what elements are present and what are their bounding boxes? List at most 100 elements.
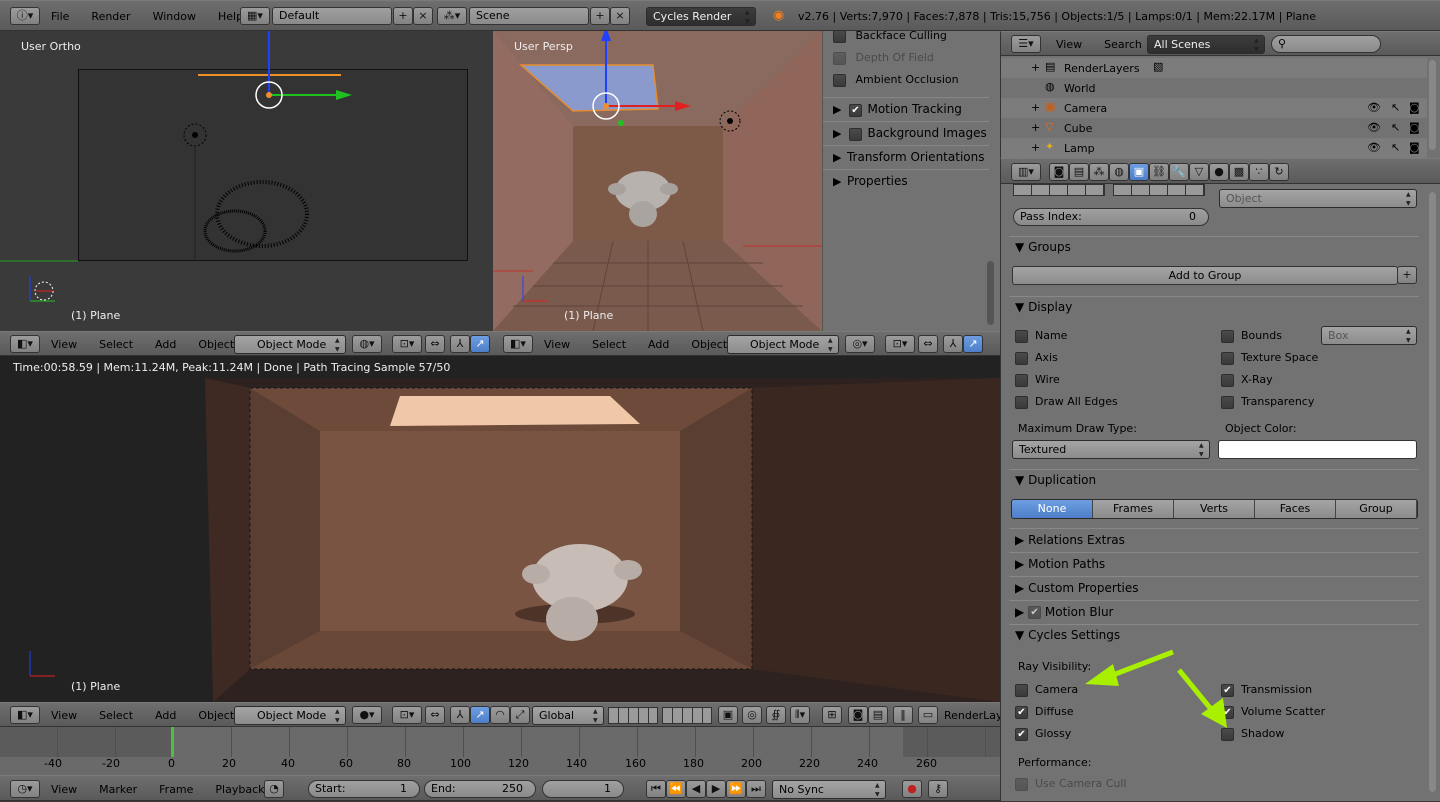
visibility-eye-icon[interactable]: 👁 (1367, 141, 1381, 154)
scrollbar[interactable] (987, 261, 994, 325)
outliner-item-label[interactable]: World (1064, 82, 1096, 95)
translate-manipulator-icon[interactable]: ↗ (470, 706, 490, 724)
object-mode-select[interactable]: Object Mode (727, 335, 839, 354)
menu-view[interactable]: View (1045, 38, 1093, 51)
menu-file[interactable]: File (40, 10, 80, 23)
sync-mode-select[interactable]: No Sync (772, 780, 886, 799)
editor-type-3d-icon[interactable]: ◧▾ (10, 335, 40, 353)
scene-icon[interactable]: ⁂▾ (437, 7, 467, 25)
outliner-row[interactable]: + ▣ Camera 👁 ↖ ◙ (1001, 98, 1427, 118)
menu-window[interactable]: Window (142, 10, 207, 23)
particles-tab-icon[interactable]: ∵ (1249, 163, 1269, 181)
editor-type-outliner-icon[interactable]: ☰▾ (1011, 35, 1041, 53)
object-mode-select[interactable]: Object Mode (234, 706, 346, 725)
transform-manipulator-icon[interactable]: ⅄ (450, 706, 470, 724)
snap-icon[interactable]: ∯ (766, 706, 786, 724)
menu-render[interactable]: Render (80, 10, 141, 23)
layer-buttons-a[interactable] (608, 707, 658, 724)
transform-manipulator-icon[interactable]: ⅄ (450, 335, 470, 353)
outliner-item-label[interactable]: Camera (1064, 102, 1107, 115)
outliner-item-label[interactable]: Lamp (1064, 142, 1095, 155)
depth-of-field-checkbox[interactable] (833, 51, 846, 65)
visibility-eye-icon[interactable]: 👁 (1367, 121, 1381, 134)
proportional-edit-icon[interactable]: ◎ (742, 706, 762, 724)
outliner-row[interactable]: + ▽ Cube 👁 ↖ ◙ (1001, 118, 1427, 138)
menu-search[interactable]: Search (1093, 38, 1153, 51)
render-tab-icon[interactable]: ◙ (1049, 163, 1069, 181)
nprop-check-row[interactable]: Depth Of Field (833, 51, 934, 65)
ambient-occlusion-checkbox[interactable] (833, 73, 846, 87)
record-icon[interactable]: ● (902, 780, 922, 798)
modifiers-tab-icon[interactable]: 🔧 (1169, 163, 1189, 181)
expand-plus-icon[interactable]: + (1031, 141, 1040, 154)
transform-manipulator-icon[interactable]: ⅄ (943, 335, 963, 353)
menu-add[interactable]: Add (144, 709, 187, 722)
outliner-item-label[interactable]: RenderLayers (1064, 62, 1140, 75)
current-frame-indicator[interactable] (171, 727, 174, 757)
layout-grid-icon[interactable]: ▦▾ (240, 7, 270, 25)
select-arrow-icon[interactable]: ↖ (1391, 101, 1400, 114)
lock-layers-icon[interactable]: ▣ (718, 706, 738, 724)
render-camera-icon[interactable]: ◙ (1409, 121, 1420, 134)
outliner-search-input[interactable]: ⚲ (1271, 35, 1381, 53)
expand-plus-icon[interactable]: + (1031, 121, 1040, 134)
expand-plus-icon[interactable]: + (1031, 61, 1040, 74)
timeline[interactable]: -40 -20 0 20 40 60 80 100 120 140 160 18… (0, 727, 1000, 775)
panel-background-images[interactable]: ▶ Background Images (823, 121, 989, 145)
object-tab-icon[interactable]: ▣ (1129, 163, 1149, 181)
start-frame-field[interactable]: Start: 1 (308, 780, 420, 798)
renderlayer-name[interactable]: RenderLayer (944, 709, 1000, 722)
panel-motion-tracking[interactable]: ▶ Motion Tracking (823, 97, 989, 121)
scene-tab-icon[interactable]: ⁂ (1089, 163, 1109, 181)
opengl-render-icon[interactable]: ◙ (848, 706, 868, 724)
remove-scene-button[interactable]: × (610, 7, 630, 25)
jump-keyframe-forward-icon[interactable]: ⏩ (726, 780, 746, 798)
scale-manipulator-icon[interactable]: ⤢ (510, 706, 530, 724)
remove-layout-button[interactable]: × (413, 7, 433, 25)
panel-properties[interactable]: ▶ Properties (823, 169, 989, 193)
layer-buttons-b[interactable] (662, 707, 712, 724)
render-viewport[interactable]: Time:00:58.59 | Mem:11.24M, Peak:11.24M … (0, 356, 1000, 702)
translate-manipulator-icon[interactable]: ↗ (963, 335, 983, 353)
menu-add[interactable]: Add (144, 338, 187, 351)
select-arrow-icon[interactable]: ↖ (1391, 141, 1400, 154)
menu-view[interactable]: View (40, 338, 88, 351)
outliner-row[interactable]: ◍ World (1001, 78, 1427, 98)
end-frame-field[interactable]: End: 250 (424, 780, 536, 798)
renderlayers-tab-icon[interactable]: ▤ (1069, 163, 1089, 181)
world-tab-icon[interactable]: ◍ (1109, 163, 1129, 181)
menu-frame[interactable]: Frame (148, 783, 204, 796)
pause-render-icon[interactable]: ‖ (893, 706, 913, 724)
physics-tab-icon[interactable]: ↻ (1269, 163, 1289, 181)
menu-marker[interactable]: Marker (88, 783, 148, 796)
pivot-point-icon[interactable]: ⊡▾ (885, 335, 915, 353)
select-arrow-icon[interactable]: ↖ (1391, 121, 1400, 134)
editor-type-3d-icon[interactable]: ◧▾ (503, 335, 533, 353)
snap-target-icon[interactable]: ⊞ (822, 706, 842, 724)
menu-select[interactable]: Select (581, 338, 637, 351)
play-icon[interactable]: ▶ (706, 780, 726, 798)
jump-keyframe-back-icon[interactable]: ⏪ (666, 780, 686, 798)
backface-culling-checkbox[interactable] (833, 29, 846, 43)
data-tab-icon[interactable]: ▽ (1189, 163, 1209, 181)
preview-range-icon[interactable]: ◔ (264, 780, 284, 798)
add-scene-button[interactable]: + (590, 7, 610, 25)
viewport-shading-icon[interactable]: ●▾ (352, 706, 382, 724)
editor-type-properties-icon[interactable]: ▥▾ (1011, 163, 1041, 181)
manipulator-toggle-icon[interactable]: ⇔ (425, 335, 445, 353)
viewport-user-persp[interactable]: User Persp (1) Plane (493, 31, 822, 331)
keying-set-icon[interactable]: ⚷ (928, 780, 948, 798)
play-reverse-icon[interactable]: ◀ (686, 780, 706, 798)
texture-tab-icon[interactable]: ▩ (1229, 163, 1249, 181)
scrollbar[interactable] (1429, 60, 1436, 150)
visibility-eye-icon[interactable]: 👁 (1367, 101, 1381, 114)
render-shading-icon[interactable]: ◎▾ (845, 335, 875, 353)
outliner-item-label[interactable]: Cube (1064, 122, 1092, 135)
constraints-tab-icon[interactable]: ⛓ (1149, 163, 1169, 181)
outliner-row[interactable]: + ✦ Lamp 👁 ↖ ◙ (1001, 138, 1427, 158)
viewport-user-ortho[interactable]: User Ortho (1) Plane (0, 31, 493, 331)
translate-manipulator-icon[interactable]: ↗ (470, 335, 490, 353)
snap-element-icon[interactable]: ⦀▾ (790, 706, 810, 724)
render-engine-select[interactable]: Cycles Render (646, 7, 756, 26)
menu-view[interactable]: View (533, 338, 581, 351)
